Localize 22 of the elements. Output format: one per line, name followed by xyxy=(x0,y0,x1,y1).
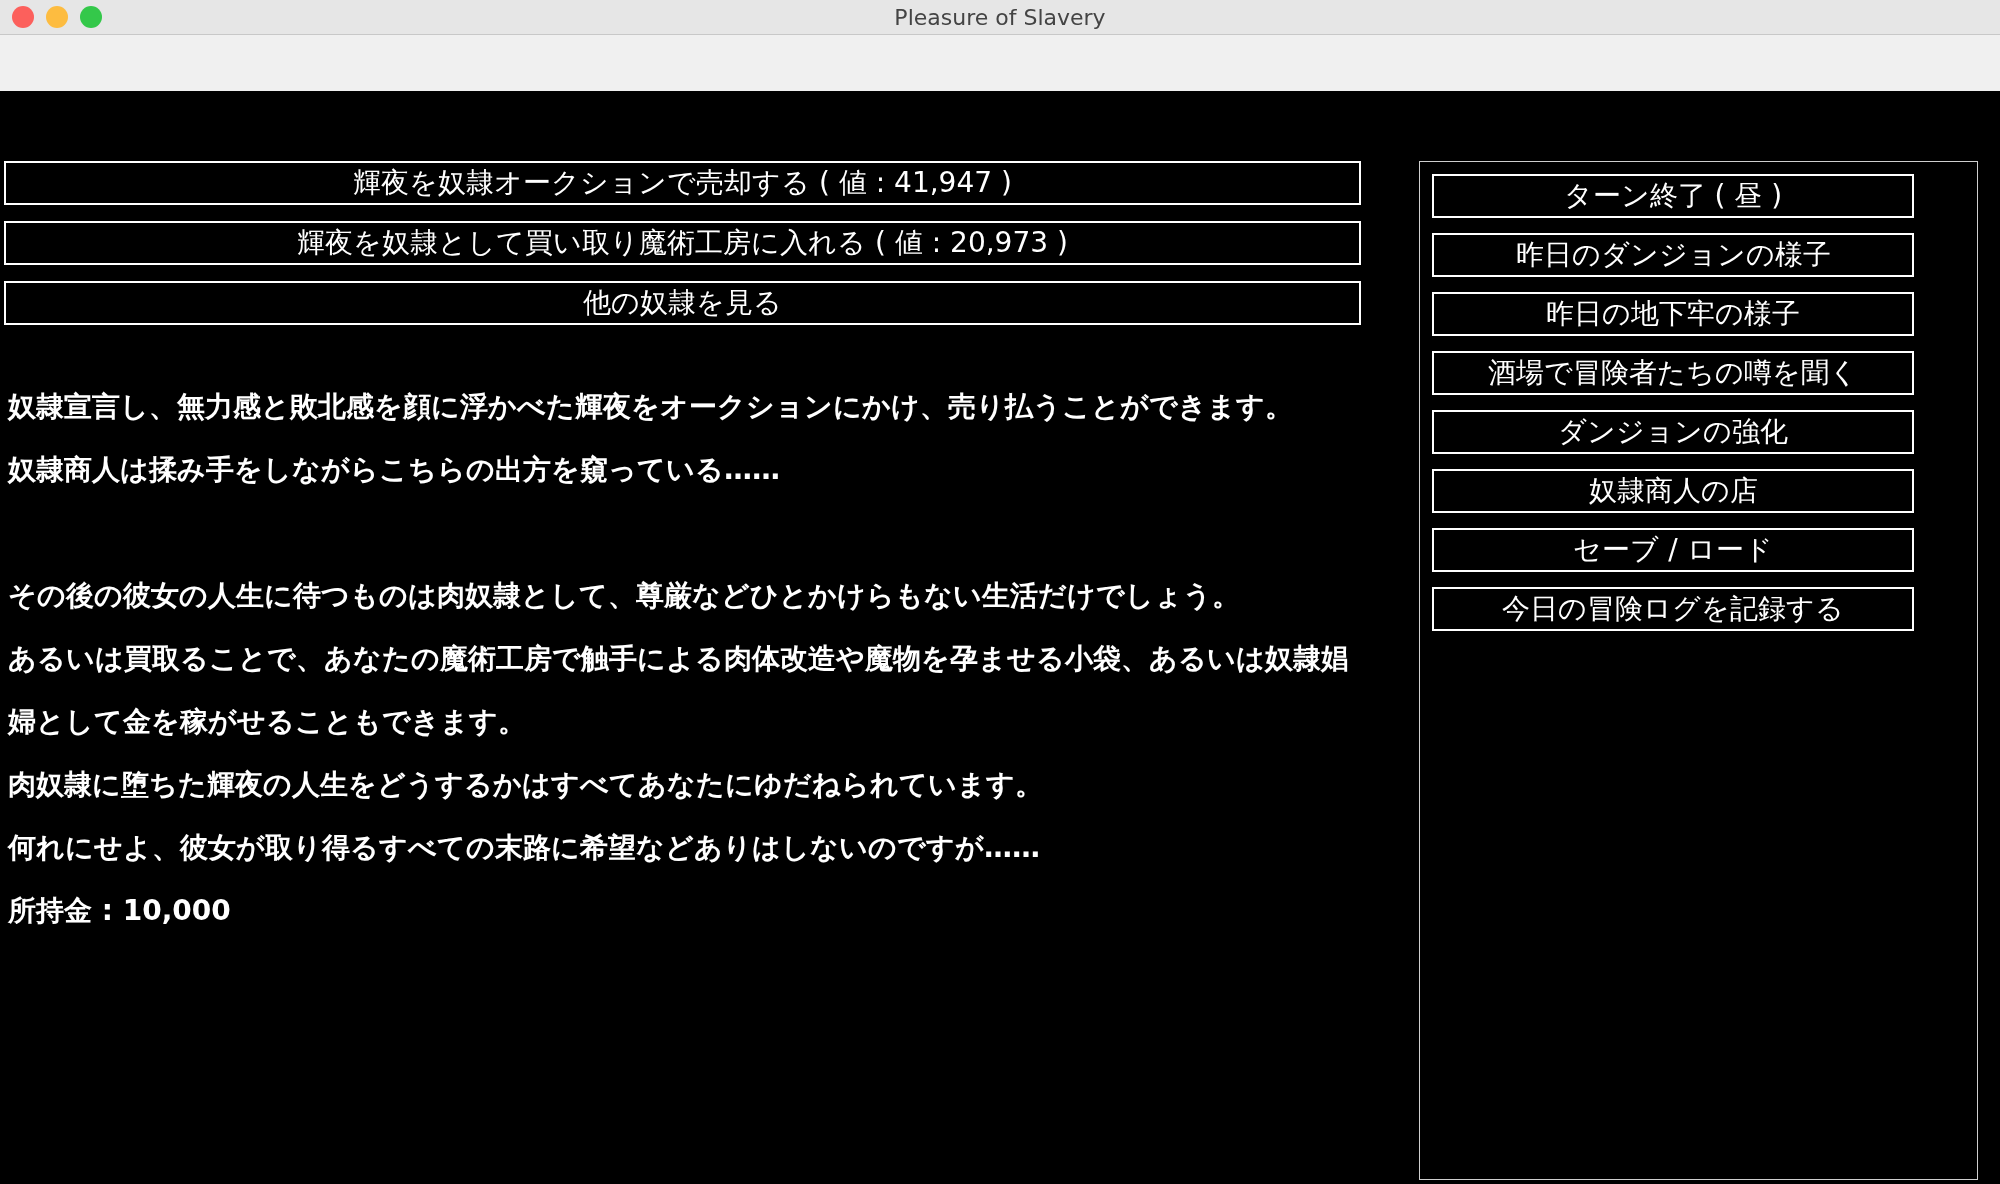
action-button[interactable]: 輝夜を奴隷として買い取り魔術工房に入れる ( 値 : 20,973 ) xyxy=(4,221,1361,265)
story-text: あるいは買取ることで、あなたの魔術工房で触手による肉体改造や魔物を孕ませる小袋、あるいは奴隷娼婦として金を稼がせることもできます。 xyxy=(6,641,1349,740)
menu-button[interactable]: ターン終了 ( 昼 ) xyxy=(1432,174,1914,218)
menu-button[interactable]: 昨日の地下牢の様子 xyxy=(1432,292,1914,336)
story-text: 奴隷商人は揉み手をしながらこちらの出方を窺っている…… xyxy=(6,452,781,488)
story-text: その後の彼女の人生に待つものは肉奴隷として、尊厳などひとかけらもない生活だけでしょう。 xyxy=(7,578,1241,614)
maximize-icon[interactable] xyxy=(80,6,102,28)
minimize-icon[interactable] xyxy=(46,6,68,28)
action-button[interactable]: 輝夜を奴隷オークションで売却する ( 値 : 41,947 ) xyxy=(4,161,1361,205)
close-icon[interactable] xyxy=(12,6,34,28)
story-text: 肉奴隷に堕ちた輝夜の人生をどうするかはすべてあなたにゆだねられています。 xyxy=(7,767,1044,803)
story-text: 何れにせよ、彼女が取り得るすべての末路に希望などありはしないのですが…… xyxy=(6,830,1041,866)
story-text: 所持金 : 10,000 xyxy=(7,893,232,929)
menu-button[interactable]: 酒場で冒険者たちの噂を聞く xyxy=(1432,351,1914,395)
menu-button[interactable]: セーブ / ロード xyxy=(1432,528,1914,572)
menu-button[interactable]: ダンジョンの強化 xyxy=(1432,410,1914,454)
action-button[interactable]: 他の奴隷を見る xyxy=(4,281,1361,325)
menu-button[interactable]: 今日の冒険ログを記録する xyxy=(1432,587,1914,631)
window-title: Pleasure of Slavery xyxy=(894,3,1106,32)
menu-button[interactable]: 奴隷商人の店 xyxy=(1432,469,1914,513)
menu-button[interactable]: 昨日のダンジョンの様子 xyxy=(1432,233,1914,277)
story-text: 奴隷宣言し、無力感と敗北感を顔に浮かべた輝夜をオークションにかけ、売り払うことができます。 xyxy=(6,389,1294,425)
